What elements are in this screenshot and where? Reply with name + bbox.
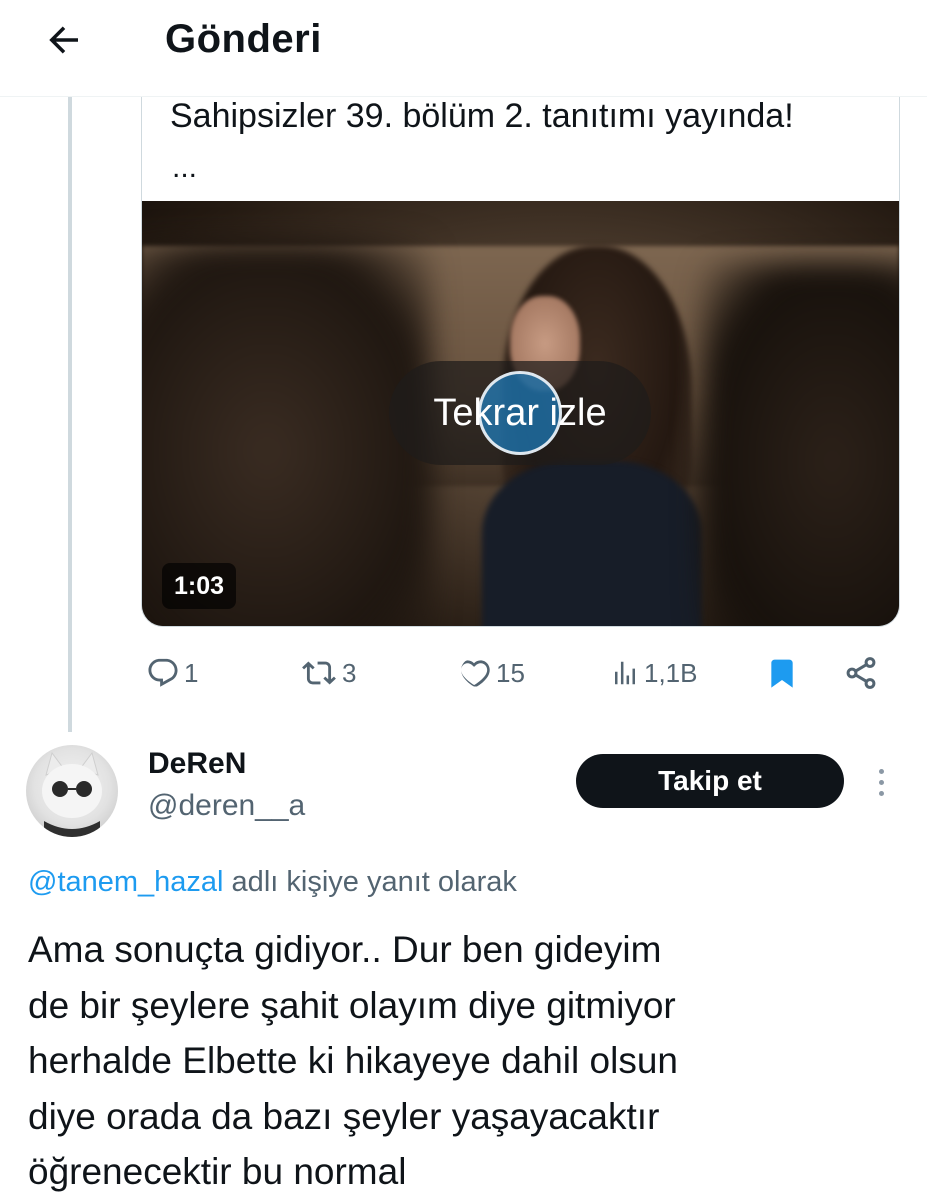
replay-label: Tekrar izle — [433, 391, 607, 434]
author-handle[interactable]: @deren__a — [148, 786, 305, 826]
share-button[interactable] — [843, 645, 879, 701]
views-button[interactable]: 1,1B — [610, 645, 698, 701]
repost-count: 3 — [342, 657, 357, 688]
reply-button[interactable]: 1 — [146, 645, 198, 701]
more-dot-icon — [878, 768, 884, 774]
replying-to-label: adlı kişiye yanıt olarak — [223, 866, 517, 898]
video-player[interactable]: Tekrar izle 1:03 — [142, 201, 899, 626]
more-options-button[interactable] — [866, 762, 896, 802]
quoted-post-card[interactable]: Sahipsizler 39. bölüm 2. tanıtımı yayınd… — [141, 70, 900, 627]
follow-button[interactable]: Takip et — [576, 754, 844, 808]
cat-avatar-icon — [42, 751, 102, 837]
author-name[interactable]: DeReN — [148, 744, 246, 784]
replay-button[interactable]: Tekrar izle — [389, 361, 651, 465]
video-duration-badge: 1:03 — [162, 563, 237, 609]
arrow-left-icon — [49, 26, 78, 54]
more-dot-icon — [878, 790, 884, 796]
heart-icon — [461, 660, 490, 687]
share-icon — [846, 657, 876, 689]
replying-to-line: @tanem_hazal adlı kişiye yanıt olarak — [28, 860, 517, 904]
more-dot-icon — [878, 779, 884, 785]
analytics-icon — [615, 661, 635, 685]
back-button[interactable] — [38, 14, 90, 66]
like-button[interactable]: 15 — [456, 645, 525, 701]
quoted-post-ellipsis: ... — [172, 151, 198, 184]
replying-to-mention[interactable]: @tanem_hazal — [28, 866, 224, 898]
avatar[interactable] — [26, 745, 118, 837]
repost-button[interactable]: 3 — [300, 645, 356, 701]
bookmark-icon — [771, 659, 793, 688]
video-frame-foreground-right — [702, 261, 899, 626]
video-frame-person-body — [482, 461, 702, 626]
post-action-bar: 1 3 15 1,1B — [140, 645, 900, 701]
like-count: 15 — [496, 657, 525, 688]
reply-text: Ama sonuçta gidiyor.. Dur ben gideyim de… — [28, 929, 678, 1192]
bookmark-button[interactable] — [766, 645, 798, 701]
views-count: 1,1B — [644, 657, 698, 688]
top-bar: Gönderi — [0, 0, 927, 97]
reply-icon — [148, 658, 178, 687]
quoted-post-text: Sahipsizler 39. bölüm 2. tanıtımı yayınd… — [170, 97, 794, 135]
thread-line — [68, 96, 72, 732]
reply-count: 1 — [184, 657, 199, 688]
page-title: Gönderi — [165, 17, 322, 61]
repost-icon — [302, 661, 336, 685]
